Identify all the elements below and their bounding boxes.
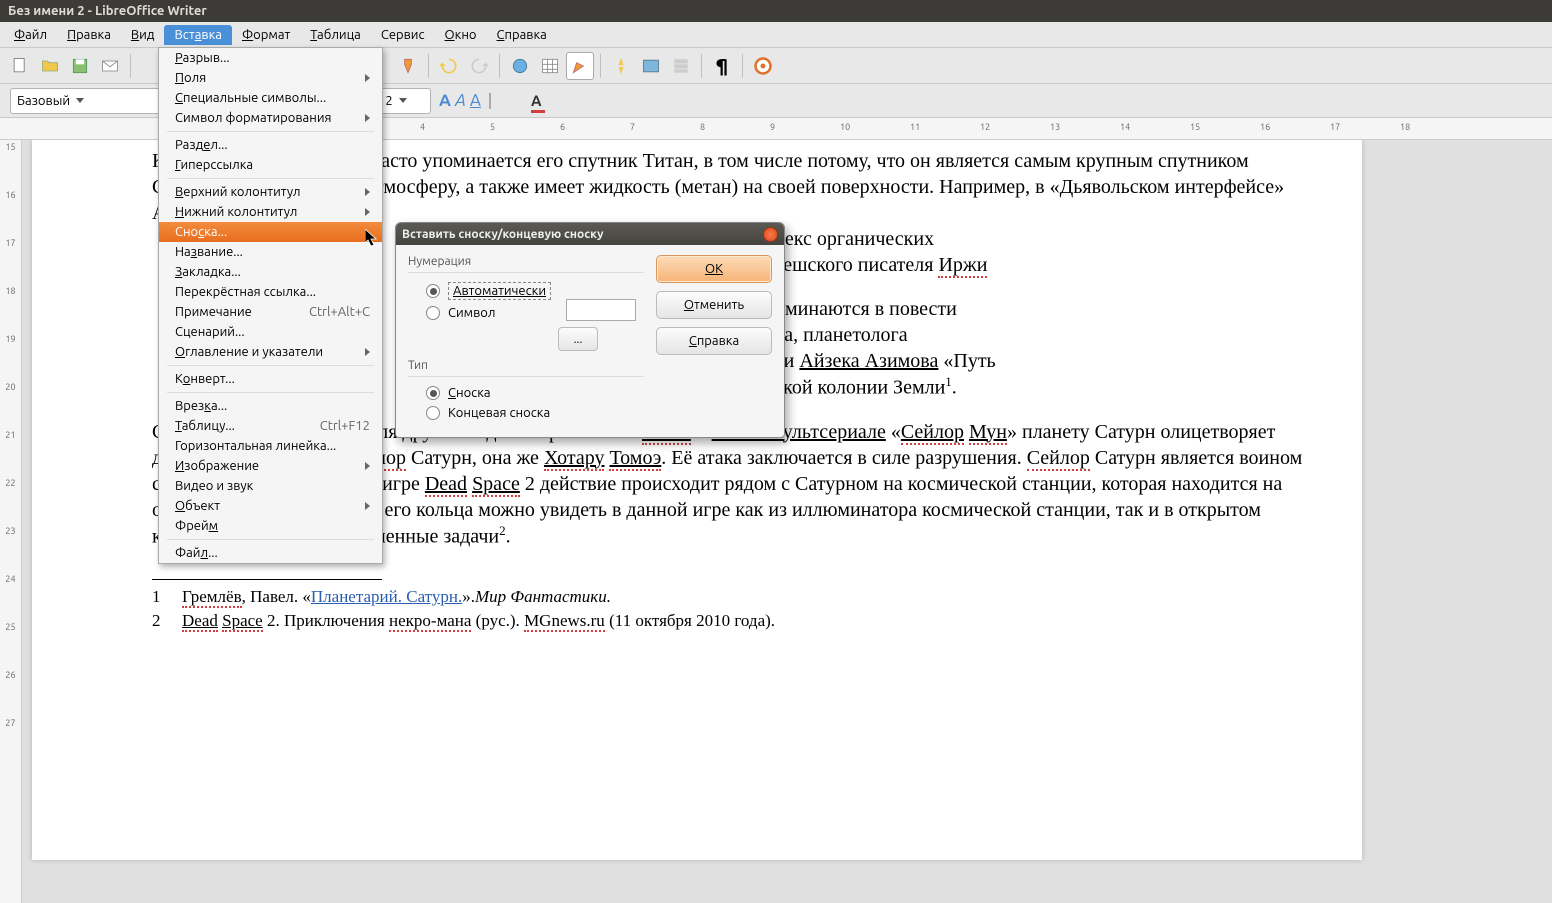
- menu-item[interactable]: Конверт...: [159, 369, 382, 389]
- footnote-link[interactable]: Планетарий. Сатурн.: [311, 587, 462, 606]
- navigator-button[interactable]: [607, 52, 635, 80]
- footnote-separator: [152, 579, 382, 580]
- gallery-button[interactable]: [637, 52, 665, 80]
- menu-вид[interactable]: Вид: [121, 25, 165, 45]
- menu-item[interactable]: Перекрёстная ссылка...: [159, 282, 382, 302]
- menu-item[interactable]: Разрыв...: [159, 48, 382, 68]
- new-doc-button[interactable]: [6, 52, 34, 80]
- menu-вставка[interactable]: Вставка: [164, 25, 231, 45]
- menu-item[interactable]: ПримечаниеCtrl+Alt+C: [159, 302, 382, 322]
- menu-таблица[interactable]: Таблица: [300, 25, 371, 45]
- chevron-down-icon: [76, 98, 84, 103]
- menu-item[interactable]: Закладка...: [159, 262, 382, 282]
- symbol-input[interactable]: [566, 299, 636, 321]
- bold-button[interactable]: A: [439, 91, 451, 110]
- menu-item[interactable]: Горизонтальная линейка...: [159, 436, 382, 456]
- footnote[interactable]: 1 Гремлёв, Павел. «Планетарий. Сатурн.».…: [152, 586, 1327, 608]
- menu-item[interactable]: Оглавление и указатели: [159, 342, 382, 362]
- dialog-title: Вставить сноску/концевую сноску: [402, 228, 604, 241]
- paragraph-style-combo[interactable]: Базовый: [10, 88, 170, 114]
- datasource-button[interactable]: [667, 52, 695, 80]
- menu-правка[interactable]: Правка: [57, 25, 121, 45]
- insert-menu-dropdown: Разрыв...ПоляСпециальные символы...Симво…: [158, 47, 383, 564]
- radio-footnote[interactable]: Сноска: [408, 383, 644, 403]
- save-button[interactable]: [66, 52, 94, 80]
- dialog-titlebar[interactable]: Вставить сноску/концевую сноску: [396, 223, 784, 245]
- undo-button[interactable]: [435, 52, 463, 80]
- redo-button[interactable]: [465, 52, 493, 80]
- window-title: Без имени 2 - LibreOffice Writer: [0, 0, 1552, 22]
- italic-button[interactable]: A: [455, 91, 466, 110]
- menu-item[interactable]: Гиперссылка: [159, 155, 382, 175]
- menu-item[interactable]: Название...: [159, 242, 382, 262]
- chevron-down-icon: [399, 98, 407, 103]
- vertical-ruler[interactable]: 15161718192021222324252627: [0, 140, 22, 903]
- table-button[interactable]: [536, 52, 564, 80]
- menu-item[interactable]: Символ форматирования: [159, 108, 382, 128]
- menu-item[interactable]: Объект: [159, 496, 382, 516]
- menu-item[interactable]: Специальные символы...: [159, 88, 382, 108]
- radio-endnote[interactable]: Концевая сноска: [408, 403, 644, 423]
- email-button[interactable]: [96, 52, 124, 80]
- type-group-label: Тип: [408, 359, 644, 377]
- paragraph-style-value: Базовый: [17, 94, 70, 108]
- menu-item[interactable]: Поля: [159, 68, 382, 88]
- clone-fmt-button[interactable]: [394, 52, 422, 80]
- menu-справка[interactable]: Справка: [487, 25, 557, 45]
- menu-файл[interactable]: Файл: [4, 25, 57, 45]
- underline-button[interactable]: A: [470, 91, 481, 110]
- nonprinting-button[interactable]: ¶: [708, 52, 736, 80]
- menu-окно[interactable]: Окно: [435, 25, 487, 45]
- drawing-button[interactable]: [566, 52, 594, 80]
- menu-item[interactable]: Сценарий...: [159, 322, 382, 342]
- menu-item[interactable]: Изображение: [159, 456, 382, 476]
- menu-item[interactable]: Сноска...: [159, 222, 382, 242]
- open-button[interactable]: [36, 52, 64, 80]
- align-left-button[interactable]: [489, 93, 491, 109]
- menu-item[interactable]: Видео и звук: [159, 476, 382, 496]
- menu-item[interactable]: Фрейм: [159, 516, 382, 536]
- menu-item[interactable]: Раздел...: [159, 135, 382, 155]
- menu-item[interactable]: Верхний колонтитул: [159, 182, 382, 202]
- menu-item[interactable]: Врезка...: [159, 396, 382, 416]
- menubar: ФайлПравкаВидВставкаФорматТаблицаСервисО…: [0, 22, 1552, 48]
- footnote-dialog: Вставить сноску/концевую сноску Нумераци…: [395, 222, 785, 438]
- menu-item[interactable]: Таблицу...Ctrl+F12: [159, 416, 382, 436]
- cancel-button[interactable]: Отменить: [656, 291, 772, 319]
- footnote[interactable]: 2 Dead Space 2. Приключения некро-мана (…: [152, 610, 1327, 632]
- ok-button[interactable]: ОК: [656, 255, 772, 283]
- menu-item[interactable]: Нижний колонтитул: [159, 202, 382, 222]
- menu-формат[interactable]: Формат: [232, 25, 300, 45]
- close-icon[interactable]: [763, 227, 778, 242]
- menu-сервис[interactable]: Сервис: [371, 25, 435, 45]
- help-button[interactable]: Справка: [656, 327, 772, 355]
- font-color-button[interactable]: A: [531, 92, 556, 109]
- hyperlink-button[interactable]: [506, 52, 534, 80]
- numbering-group-label: Нумерация: [408, 255, 644, 273]
- menu-item[interactable]: Файл...: [159, 543, 382, 563]
- help-button[interactable]: [749, 52, 777, 80]
- symbol-picker-button[interactable]: ...: [558, 327, 598, 351]
